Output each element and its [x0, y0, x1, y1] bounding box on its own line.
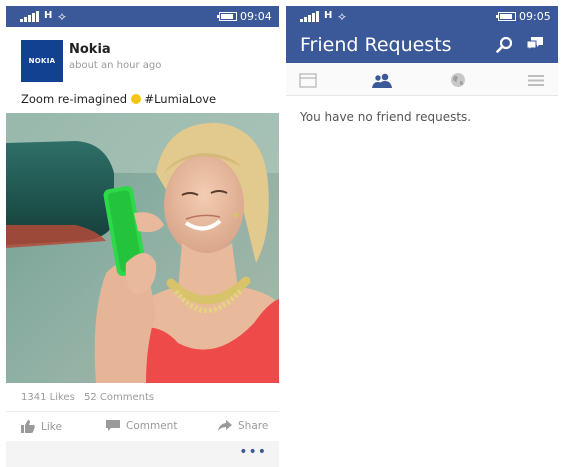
network-type: H	[324, 10, 333, 21]
status-bar: H ⟡ 09:04	[6, 6, 279, 27]
empty-state-message: You have no friend requests.	[300, 110, 472, 124]
post-photo[interactable]	[6, 113, 279, 383]
tab-bar	[286, 64, 558, 96]
left-phone-screen: H ⟡ 09:04 NOKIA Nokia about an hour ago …	[6, 6, 279, 467]
post-action-bar: Like Comment Share	[6, 411, 279, 441]
comment-button[interactable]: Comment	[106, 420, 177, 432]
network-type: H	[44, 10, 53, 21]
like-button[interactable]: Like	[21, 420, 62, 433]
data-sync-icon: ⟡	[338, 9, 346, 23]
smiley-emoji-icon	[130, 94, 141, 104]
share-icon	[218, 420, 232, 431]
likes-count[interactable]: 1341 Likes	[21, 392, 75, 403]
news-feed-icon[interactable]	[296, 70, 320, 90]
clock: 09:05	[519, 10, 551, 23]
signal-icon	[20, 11, 40, 22]
post-text: Zoom re-imagined #LumiaLove	[21, 92, 217, 106]
comment-icon	[106, 420, 120, 431]
post-stats: 1341 Likes 52 Comments	[21, 392, 160, 403]
author-avatar[interactable]: NOKIA	[21, 40, 63, 82]
right-phone-screen: H ⟡ 09:05 Friend Requests You have no fr…	[286, 6, 558, 467]
friends-icon[interactable]	[370, 70, 394, 90]
next-post-preview	[6, 441, 279, 467]
clock: 09:04	[240, 10, 272, 23]
post-timestamp: about an hour ago	[69, 60, 162, 71]
messages-icon[interactable]	[526, 36, 544, 56]
menu-icon[interactable]	[524, 70, 548, 90]
thumbs-up-icon	[21, 420, 35, 433]
battery-icon	[496, 12, 516, 21]
battery-icon	[217, 12, 237, 21]
author-name[interactable]: Nokia	[69, 42, 111, 57]
globe-icon[interactable]	[446, 70, 470, 90]
more-options-icon[interactable]: •••	[239, 444, 267, 460]
title-bar: Friend Requests	[286, 27, 558, 63]
signal-icon	[300, 11, 320, 22]
page-title: Friend Requests	[300, 34, 452, 56]
status-bar: H ⟡ 09:05	[286, 6, 558, 27]
post-header: NOKIA Nokia about an hour ago	[6, 27, 279, 97]
data-sync-icon: ⟡	[58, 9, 66, 23]
comments-count[interactable]: 52 Comments	[84, 392, 154, 403]
search-icon[interactable]	[496, 36, 513, 57]
share-button[interactable]: Share	[218, 420, 268, 432]
